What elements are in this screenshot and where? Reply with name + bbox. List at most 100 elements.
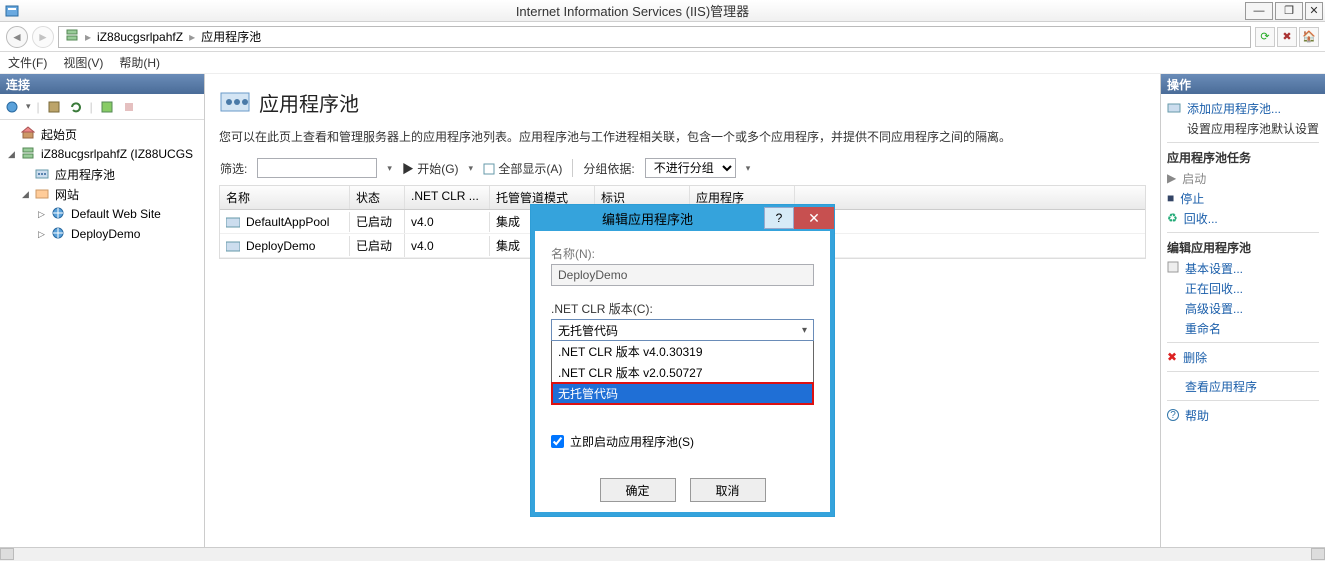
dropdown-icon[interactable]: ▾ bbox=[26, 101, 31, 112]
tree-sites[interactable]: ◢ 网站 bbox=[2, 184, 202, 204]
home-icon[interactable]: 🏠 bbox=[1299, 27, 1319, 47]
breadcrumb-host[interactable]: iZ88ucgsrlpahfZ bbox=[97, 30, 183, 44]
tree-label: DeployDemo bbox=[71, 227, 140, 241]
action-basic[interactable]: 基本设置... bbox=[1167, 258, 1319, 278]
connections-panel: 连接 ▾ | | 起始页 ◢ iZ88ucgsrlpahfZ (IZ88UCGS bbox=[0, 74, 205, 547]
cell: 已启动 bbox=[350, 210, 405, 233]
showall-button[interactable]: 全部显示(A) bbox=[483, 160, 562, 177]
maximize-button[interactable]: ❐ bbox=[1275, 2, 1303, 20]
delete-icon: ✖ bbox=[1167, 350, 1177, 364]
action-help[interactable]: ?帮助 bbox=[1167, 405, 1319, 425]
minimize-button[interactable]: — bbox=[1245, 2, 1273, 20]
action-rename[interactable]: 重命名 bbox=[1167, 318, 1319, 338]
cell: v4.0 bbox=[405, 236, 490, 256]
dropdown-icon[interactable]: ▾ bbox=[387, 163, 392, 174]
clr-option-selected[interactable]: 无托管代码 bbox=[552, 383, 813, 404]
navigation-bar: ◄ ► ▸ iZ88ucgsrlpahfZ ▸ 应用程序池 ⟳ ✖ 🏠 bbox=[0, 22, 1325, 52]
up-icon[interactable] bbox=[99, 99, 115, 115]
ok-button[interactable]: 确定 bbox=[600, 478, 676, 502]
filter-input[interactable] bbox=[257, 158, 377, 178]
refresh-all-icon[interactable]: ⟳ bbox=[1255, 27, 1275, 47]
close-button[interactable]: ✕ bbox=[1305, 2, 1323, 20]
forward-button[interactable]: ► bbox=[32, 26, 54, 48]
tree-label: 起始页 bbox=[41, 126, 77, 143]
menu-view[interactable]: 视图(V) bbox=[63, 54, 103, 71]
apppool-large-icon bbox=[219, 85, 251, 120]
action-recycle[interactable]: ♻回收... bbox=[1167, 208, 1319, 228]
clr-option[interactable]: .NET CLR 版本 v2.0.50727 bbox=[552, 362, 813, 383]
tree-site-default[interactable]: ▷ Default Web Site bbox=[2, 204, 202, 224]
cancel-button[interactable]: 取消 bbox=[690, 478, 766, 502]
actions-panel: 操作 添加应用程序池... 设置应用程序池默认设置 应用程序池任务 ▶启动 ■停… bbox=[1160, 74, 1325, 547]
dialog-help-button[interactable]: ? bbox=[764, 207, 794, 229]
play-icon: ▶ bbox=[1167, 171, 1176, 185]
expand-icon[interactable]: ▷ bbox=[36, 209, 47, 220]
autostart-label: 立即启动应用程序池(S) bbox=[570, 433, 694, 450]
tree-label: iZ88ucgsrlpahfZ (IZ88UCGS bbox=[41, 147, 193, 161]
tree-apppools[interactable]: 应用程序池 bbox=[2, 164, 202, 184]
tree-site-deploydemo[interactable]: ▷ DeployDemo bbox=[2, 224, 202, 244]
action-add-apppool[interactable]: 添加应用程序池... bbox=[1167, 98, 1319, 118]
server-icon bbox=[21, 146, 37, 162]
groupby-select[interactable]: 不进行分组 bbox=[645, 158, 736, 178]
page-title: 应用程序池 bbox=[259, 88, 359, 117]
recycle-icon: ♻ bbox=[1167, 211, 1178, 225]
tree-label: 网站 bbox=[55, 186, 79, 203]
tree-start-page[interactable]: 起始页 bbox=[2, 124, 202, 144]
scroll-left-icon[interactable] bbox=[0, 548, 14, 560]
collapse-icon[interactable]: ◢ bbox=[20, 189, 31, 200]
refresh-icon[interactable] bbox=[68, 99, 84, 115]
actions-header: 操作 bbox=[1161, 74, 1325, 94]
tree-server[interactable]: ◢ iZ88ucgsrlpahfZ (IZ88UCGS bbox=[2, 144, 202, 164]
col-name[interactable]: 名称 bbox=[220, 186, 350, 209]
action-advanced[interactable]: 高级设置... bbox=[1167, 298, 1319, 318]
action-set-default[interactable]: 设置应用程序池默认设置 bbox=[1167, 118, 1319, 138]
page-description: 您可以在此页上查看和管理服务器上的应用程序池列表。应用程序池与工作进程相关联，包… bbox=[219, 128, 1146, 145]
home-icon bbox=[21, 126, 37, 142]
dialog-close-button[interactable]: ✕ bbox=[794, 207, 834, 229]
dropdown-icon[interactable]: ▾ bbox=[746, 163, 751, 174]
folder-icon bbox=[35, 186, 51, 202]
clr-label: .NET CLR 版本(C): bbox=[551, 300, 814, 317]
breadcrumb-sep: ▸ bbox=[189, 30, 195, 44]
collapse-icon[interactable]: ◢ bbox=[6, 149, 17, 160]
stop-icon: ■ bbox=[1167, 191, 1174, 205]
stop-icon[interactable]: ✖ bbox=[1277, 27, 1297, 47]
autostart-checkbox[interactable] bbox=[551, 435, 564, 448]
col-status[interactable]: 状态 bbox=[350, 186, 405, 209]
action-viewapps[interactable]: 查看应用程序 bbox=[1167, 376, 1319, 396]
go-button[interactable]: ▶ 开始(G) bbox=[402, 160, 459, 177]
col-clr[interactable]: .NET CLR ... bbox=[405, 186, 490, 209]
dialog-title: 编辑应用程序池 bbox=[531, 209, 764, 228]
address-bar[interactable]: ▸ iZ88ucgsrlpahfZ ▸ 应用程序池 bbox=[58, 26, 1251, 48]
action-delete[interactable]: ✖删除 bbox=[1167, 347, 1319, 367]
window-titlebar: Internet Information Services (IIS)管理器 —… bbox=[0, 0, 1325, 22]
app-icon bbox=[4, 3, 20, 19]
save-icon[interactable] bbox=[46, 99, 62, 115]
horizontal-scrollbar[interactable] bbox=[0, 547, 1325, 561]
cell: DeployDemo bbox=[246, 239, 315, 253]
clr-combobox[interactable]: 无托管代码 ▾ .NET CLR 版本 v4.0.30319 .NET CLR … bbox=[551, 319, 814, 405]
connections-toolbar: ▾ | | bbox=[0, 94, 204, 120]
section-tasks: 应用程序池任务 bbox=[1167, 149, 1319, 166]
stop-icon[interactable] bbox=[121, 99, 137, 115]
filter-label: 筛选: bbox=[220, 160, 247, 177]
edit-apppool-dialog: 编辑应用程序池 ? ✕ 名称(N): .NET CLR 版本(C): 无托管代码… bbox=[530, 204, 835, 517]
action-recycling[interactable]: 正在回收... bbox=[1167, 278, 1319, 298]
connect-icon[interactable] bbox=[4, 99, 20, 115]
expand-icon[interactable]: ▷ bbox=[36, 229, 47, 240]
action-stop[interactable]: ■停止 bbox=[1167, 188, 1319, 208]
globe-icon bbox=[51, 206, 67, 222]
connections-tree: 起始页 ◢ iZ88ucgsrlpahfZ (IZ88UCGS 应用程序池 ◢ … bbox=[0, 120, 204, 248]
back-button[interactable]: ◄ bbox=[6, 26, 28, 48]
scroll-right-icon[interactable] bbox=[1311, 548, 1325, 560]
action-start[interactable]: ▶启动 bbox=[1167, 168, 1319, 188]
menu-file[interactable]: 文件(F) bbox=[8, 54, 47, 71]
apppool-icon bbox=[35, 166, 51, 182]
breadcrumb-node[interactable]: 应用程序池 bbox=[201, 28, 261, 45]
dropdown-icon[interactable]: ▾ bbox=[469, 163, 474, 174]
clr-option[interactable]: .NET CLR 版本 v4.0.30319 bbox=[552, 341, 813, 362]
menu-help[interactable]: 帮助(H) bbox=[119, 54, 160, 71]
dialog-titlebar[interactable]: 编辑应用程序池 ? ✕ bbox=[531, 205, 834, 231]
tree-label: 应用程序池 bbox=[55, 166, 115, 183]
